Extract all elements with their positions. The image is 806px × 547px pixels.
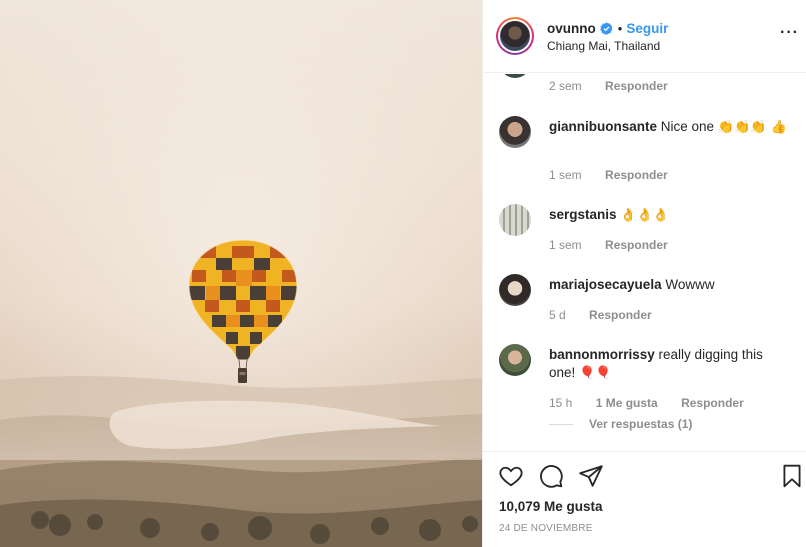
comment-meta: 1 sem Responder [549, 168, 688, 182]
replies-divider [549, 423, 573, 425]
owner-avatar[interactable] [496, 17, 534, 55]
reply-button[interactable]: Responder [681, 396, 744, 410]
bookmark-icon[interactable] [779, 463, 805, 489]
comment-likes-button[interactable]: 1 Me gusta [596, 396, 658, 410]
comment-time: 15 h [549, 396, 573, 410]
comment-body: giannibuonsante Nice one 👏👏👏 👍 [549, 118, 789, 137]
post-photo[interactable] [0, 0, 482, 547]
commenter-avatar[interactable] [499, 274, 531, 306]
commenter-username[interactable]: bannonmorrissy [549, 347, 655, 362]
previous-comment-avatar[interactable] [499, 74, 531, 78]
commenter-username[interactable]: sergstanis [549, 207, 617, 222]
reply-button[interactable]: Responder [605, 238, 668, 252]
previous-comment-meta: 2 sem Responder [549, 79, 688, 93]
view-replies-button[interactable]: Ver respuestas (1) [549, 417, 692, 431]
more-options-icon[interactable]: ··· [780, 24, 799, 42]
separator-dot: • [617, 21, 623, 36]
comment-body: sergstanis 👌👌👌 [549, 206, 789, 225]
follow-button[interactable]: Seguir [626, 21, 668, 36]
commenter-username[interactable]: giannibuonsante [549, 119, 657, 134]
comments-list[interactable]: 2 sem Responder giannibuonsante Nice one… [483, 74, 806, 451]
comment-time: 5 d [549, 308, 566, 322]
comment-text: Nice one [660, 119, 715, 134]
comment-body: mariajosecayuela Wowww [549, 276, 789, 294]
share-icon[interactable] [578, 463, 604, 489]
balloon-scene [0, 0, 482, 547]
comment-emoji: 🎈🎈 [579, 366, 612, 381]
reply-button[interactable]: Responder [589, 308, 652, 322]
comment-meta: 5 d Responder [549, 308, 672, 322]
commenter-avatar[interactable] [499, 116, 531, 148]
post-location[interactable]: Chiang Mai, Thailand [547, 39, 660, 53]
comment-icon[interactable] [538, 463, 564, 489]
owner-username[interactable]: ovunno [547, 21, 596, 36]
post-side-panel: ovunno • Seguir Chiang Mai, Thailand ···… [482, 0, 806, 547]
comment-emoji: 👌👌👌 [620, 208, 669, 223]
owner-line: ovunno • Seguir [547, 21, 668, 36]
comment-body: bannonmorrissy really digging this one! … [549, 346, 789, 383]
post-date[interactable]: 24 DE NOVIEMBRE [499, 523, 593, 534]
post-header: ovunno • Seguir Chiang Mai, Thailand ··· [483, 0, 806, 73]
commenter-avatar[interactable] [499, 344, 531, 376]
comment-time: 1 sem [549, 238, 582, 252]
reply-button[interactable]: Responder [605, 79, 668, 93]
comment-meta: 1 sem Responder [549, 238, 688, 252]
reply-button[interactable]: Responder [605, 168, 668, 182]
comment-time: 2 sem [549, 79, 582, 93]
commenter-username[interactable]: mariajosecayuela [549, 277, 662, 292]
comment-emoji: 👏👏👏 👍 [717, 120, 787, 135]
likes-count[interactable]: 10,079 Me gusta [499, 499, 603, 514]
verified-badge-icon [599, 22, 613, 35]
post-actions: 10,079 Me gusta 24 DE NOVIEMBRE [483, 451, 806, 547]
comment-time: 1 sem [549, 168, 582, 182]
heart-icon[interactable] [498, 463, 524, 489]
comment-text: Wowww [665, 277, 715, 292]
view-replies-label: Ver respuestas (1) [589, 417, 693, 431]
commenter-avatar[interactable] [499, 204, 531, 236]
comment-meta: 15 h 1 Me gusta Responder [549, 396, 764, 410]
